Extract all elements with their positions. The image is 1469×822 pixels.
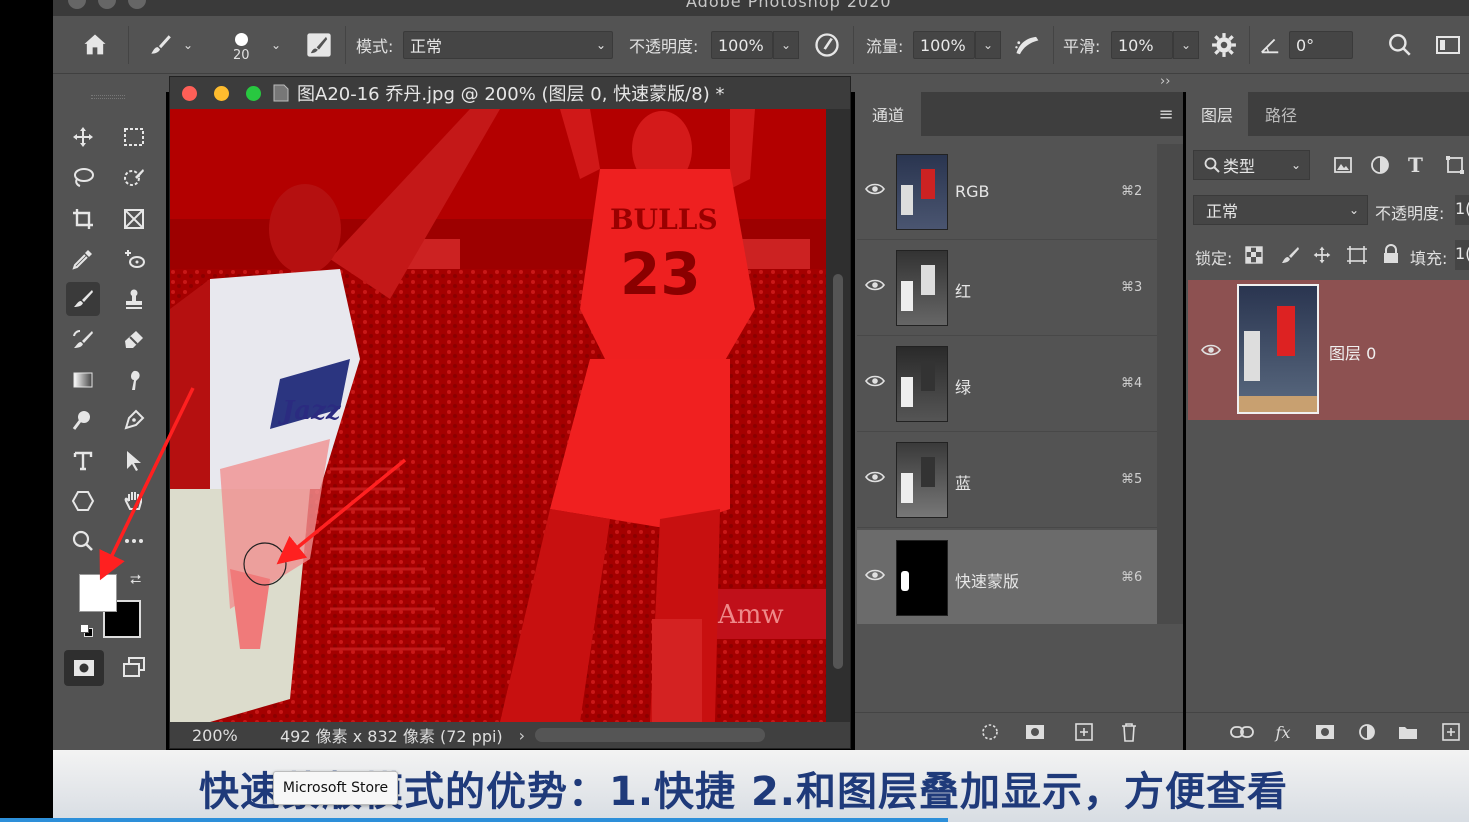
add-layer-mask-icon[interactable] [1314, 721, 1336, 743]
layer-thumbnail [1237, 284, 1319, 414]
channel-row-green[interactable]: 绿 ⌘4 [857, 336, 1157, 432]
new-channel-icon[interactable] [1073, 721, 1095, 743]
layer-opacity-input[interactable]: 1( [1455, 195, 1469, 225]
save-selection-as-channel-icon[interactable] [1024, 721, 1046, 743]
channel-shortcut: ⌘5 [1121, 472, 1143, 487]
video-progress-bar[interactable] [0, 818, 948, 822]
arrow-to-foreground [99, 387, 195, 581]
eye-icon[interactable] [865, 568, 885, 582]
lock-all-icon[interactable] [1382, 244, 1400, 264]
channel-thumbnail [896, 154, 948, 230]
layer-style-fx-icon[interactable]: fx [1272, 721, 1294, 743]
layer-name: 图层 0 [1329, 344, 1377, 363]
channel-name: RGB [955, 182, 990, 201]
channel-shortcut: ⌘6 [1121, 570, 1143, 585]
layer-opacity-label: 不透明度: [1375, 204, 1445, 223]
layers-panel-header: 图层 路径 [1186, 92, 1469, 136]
tab-paths[interactable]: 路径 [1250, 92, 1312, 136]
channel-name: 蓝 [955, 474, 972, 493]
layer-blend-mode-dropdown[interactable]: 正常 ⌄ [1193, 195, 1368, 225]
filter-kind-value: 类型 [1223, 157, 1256, 176]
channel-shortcut: ⌘2 [1121, 184, 1143, 199]
channel-name: 红 [955, 282, 972, 301]
chevron-down-icon: ⌄ [1290, 158, 1301, 172]
lock-transparent-pixels-icon[interactable] [1245, 246, 1263, 264]
arrow-to-brush [276, 458, 407, 565]
channel-thumbnail [896, 442, 948, 518]
new-layer-icon[interactable] [1440, 721, 1462, 743]
channel-row-red[interactable]: 红 ⌘3 [857, 240, 1157, 336]
layers-panel-footer: fx [1186, 712, 1469, 750]
filter-adjustment-layers-icon[interactable] [1370, 155, 1390, 175]
fill-input[interactable]: 1( [1455, 240, 1469, 270]
channels-panel-footer [855, 712, 1183, 750]
channels-panel-header: 通道 ≡ [855, 92, 1183, 136]
layers-panel [1186, 92, 1469, 750]
channel-row-blue[interactable]: 蓝 ⌘5 [857, 432, 1157, 528]
video-subtitle-bar: 快速蒙版模式的优势：1.快捷 2.和图层叠加显示，方便查看 [53, 750, 1469, 822]
filter-pixel-layers-icon[interactable] [1333, 155, 1353, 175]
link-layers-icon[interactable] [1229, 721, 1255, 743]
lock-image-pixels-icon[interactable] [1280, 245, 1300, 265]
channel-row-rgb[interactable]: RGB ⌘2 [857, 144, 1157, 240]
channel-thumbnail [896, 540, 948, 616]
channel-row-quick-mask[interactable]: 快速蒙版 ⌘6 [857, 530, 1157, 624]
eye-icon[interactable] [1201, 343, 1221, 357]
search-icon [1204, 157, 1220, 173]
eye-icon[interactable] [865, 182, 885, 196]
eye-icon[interactable] [865, 470, 885, 484]
channel-shortcut: ⌘4 [1121, 376, 1143, 391]
channel-name: 快速蒙版 [955, 572, 1020, 591]
channels-scrollbar[interactable] [1157, 144, 1183, 624]
channel-thumbnail [896, 250, 948, 326]
chevron-down-icon: ⌄ [1348, 203, 1359, 217]
channel-shortcut: ⌘3 [1121, 280, 1143, 295]
lock-position-icon[interactable] [1312, 245, 1332, 265]
lock-artboard-icon[interactable] [1346, 245, 1368, 265]
channel-thumbnail [896, 346, 948, 422]
fill-label: 填充: [1410, 249, 1448, 268]
eye-icon[interactable] [865, 374, 885, 388]
tab-layers[interactable]: 图层 [1186, 92, 1248, 136]
delete-channel-icon[interactable] [1118, 721, 1140, 743]
layer-filter-dropdown[interactable]: 类型 ⌄ [1193, 150, 1310, 180]
load-channel-as-selection-icon[interactable] [979, 721, 1001, 743]
blend-mode-value: 正常 [1206, 202, 1239, 221]
lock-label: 锁定: [1195, 249, 1233, 268]
tooltip-popup: Microsoft Store [273, 771, 398, 805]
new-group-folder-icon[interactable] [1397, 721, 1419, 743]
layer-row-layer-0[interactable]: 图层 0 [1188, 280, 1469, 420]
panel-menu-icon[interactable]: ≡ [1153, 92, 1179, 136]
tab-channels[interactable]: 通道 [855, 92, 921, 136]
filter-type-layers-icon[interactable]: T [1408, 153, 1423, 177]
new-adjustment-layer-icon[interactable] [1356, 721, 1378, 743]
channel-name: 绿 [955, 378, 972, 397]
eye-icon[interactable] [865, 278, 885, 292]
filter-shape-layers-icon[interactable] [1445, 155, 1465, 175]
